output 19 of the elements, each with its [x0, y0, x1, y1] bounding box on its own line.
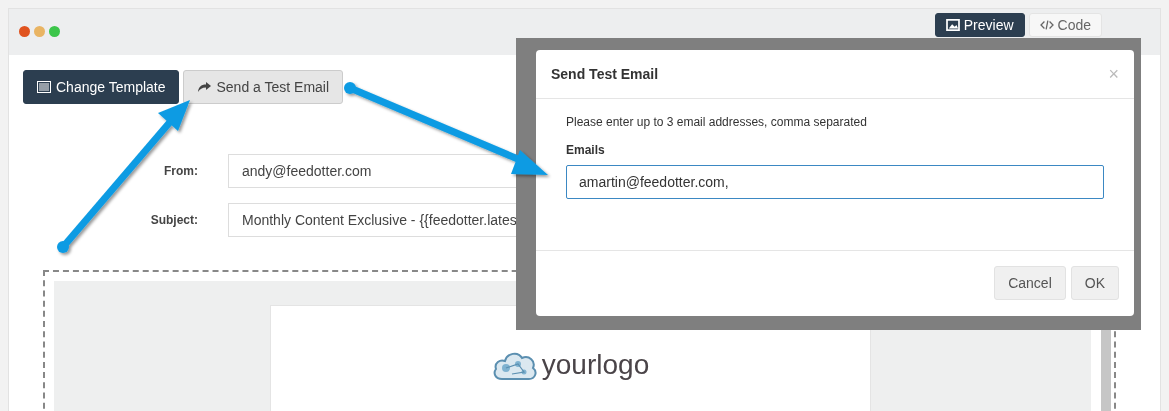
cancel-button[interactable]: Cancel	[994, 266, 1066, 300]
list-icon	[37, 81, 51, 93]
view-tab[interactable]: Preview	[934, 13, 1025, 37]
instructions-text: Please enter up to 3 email addresses, comma separated	[566, 115, 868, 129]
emails-label: Emails	[566, 143, 606, 157]
field-label: From:	[163, 164, 198, 178]
emails-input[interactable]: amartin@feedotter.com,	[566, 165, 1104, 199]
view-tab[interactable]: Code	[1028, 13, 1102, 37]
field-label: Subject:	[149, 213, 198, 227]
change-template-button[interactable]: Change Template	[23, 70, 180, 104]
ok-button[interactable]: OK	[1070, 266, 1119, 300]
code-icon	[1039, 19, 1054, 31]
send-test-button[interactable]: Send a Test Email	[183, 70, 344, 104]
logo-text: yourlogo	[541, 349, 650, 381]
window-control[interactable]	[49, 26, 60, 37]
image-icon	[945, 19, 960, 31]
share-arrow-icon	[197, 81, 212, 93]
window-control[interactable]	[19, 26, 30, 37]
dialog-title: Send Test Email	[551, 66, 659, 82]
